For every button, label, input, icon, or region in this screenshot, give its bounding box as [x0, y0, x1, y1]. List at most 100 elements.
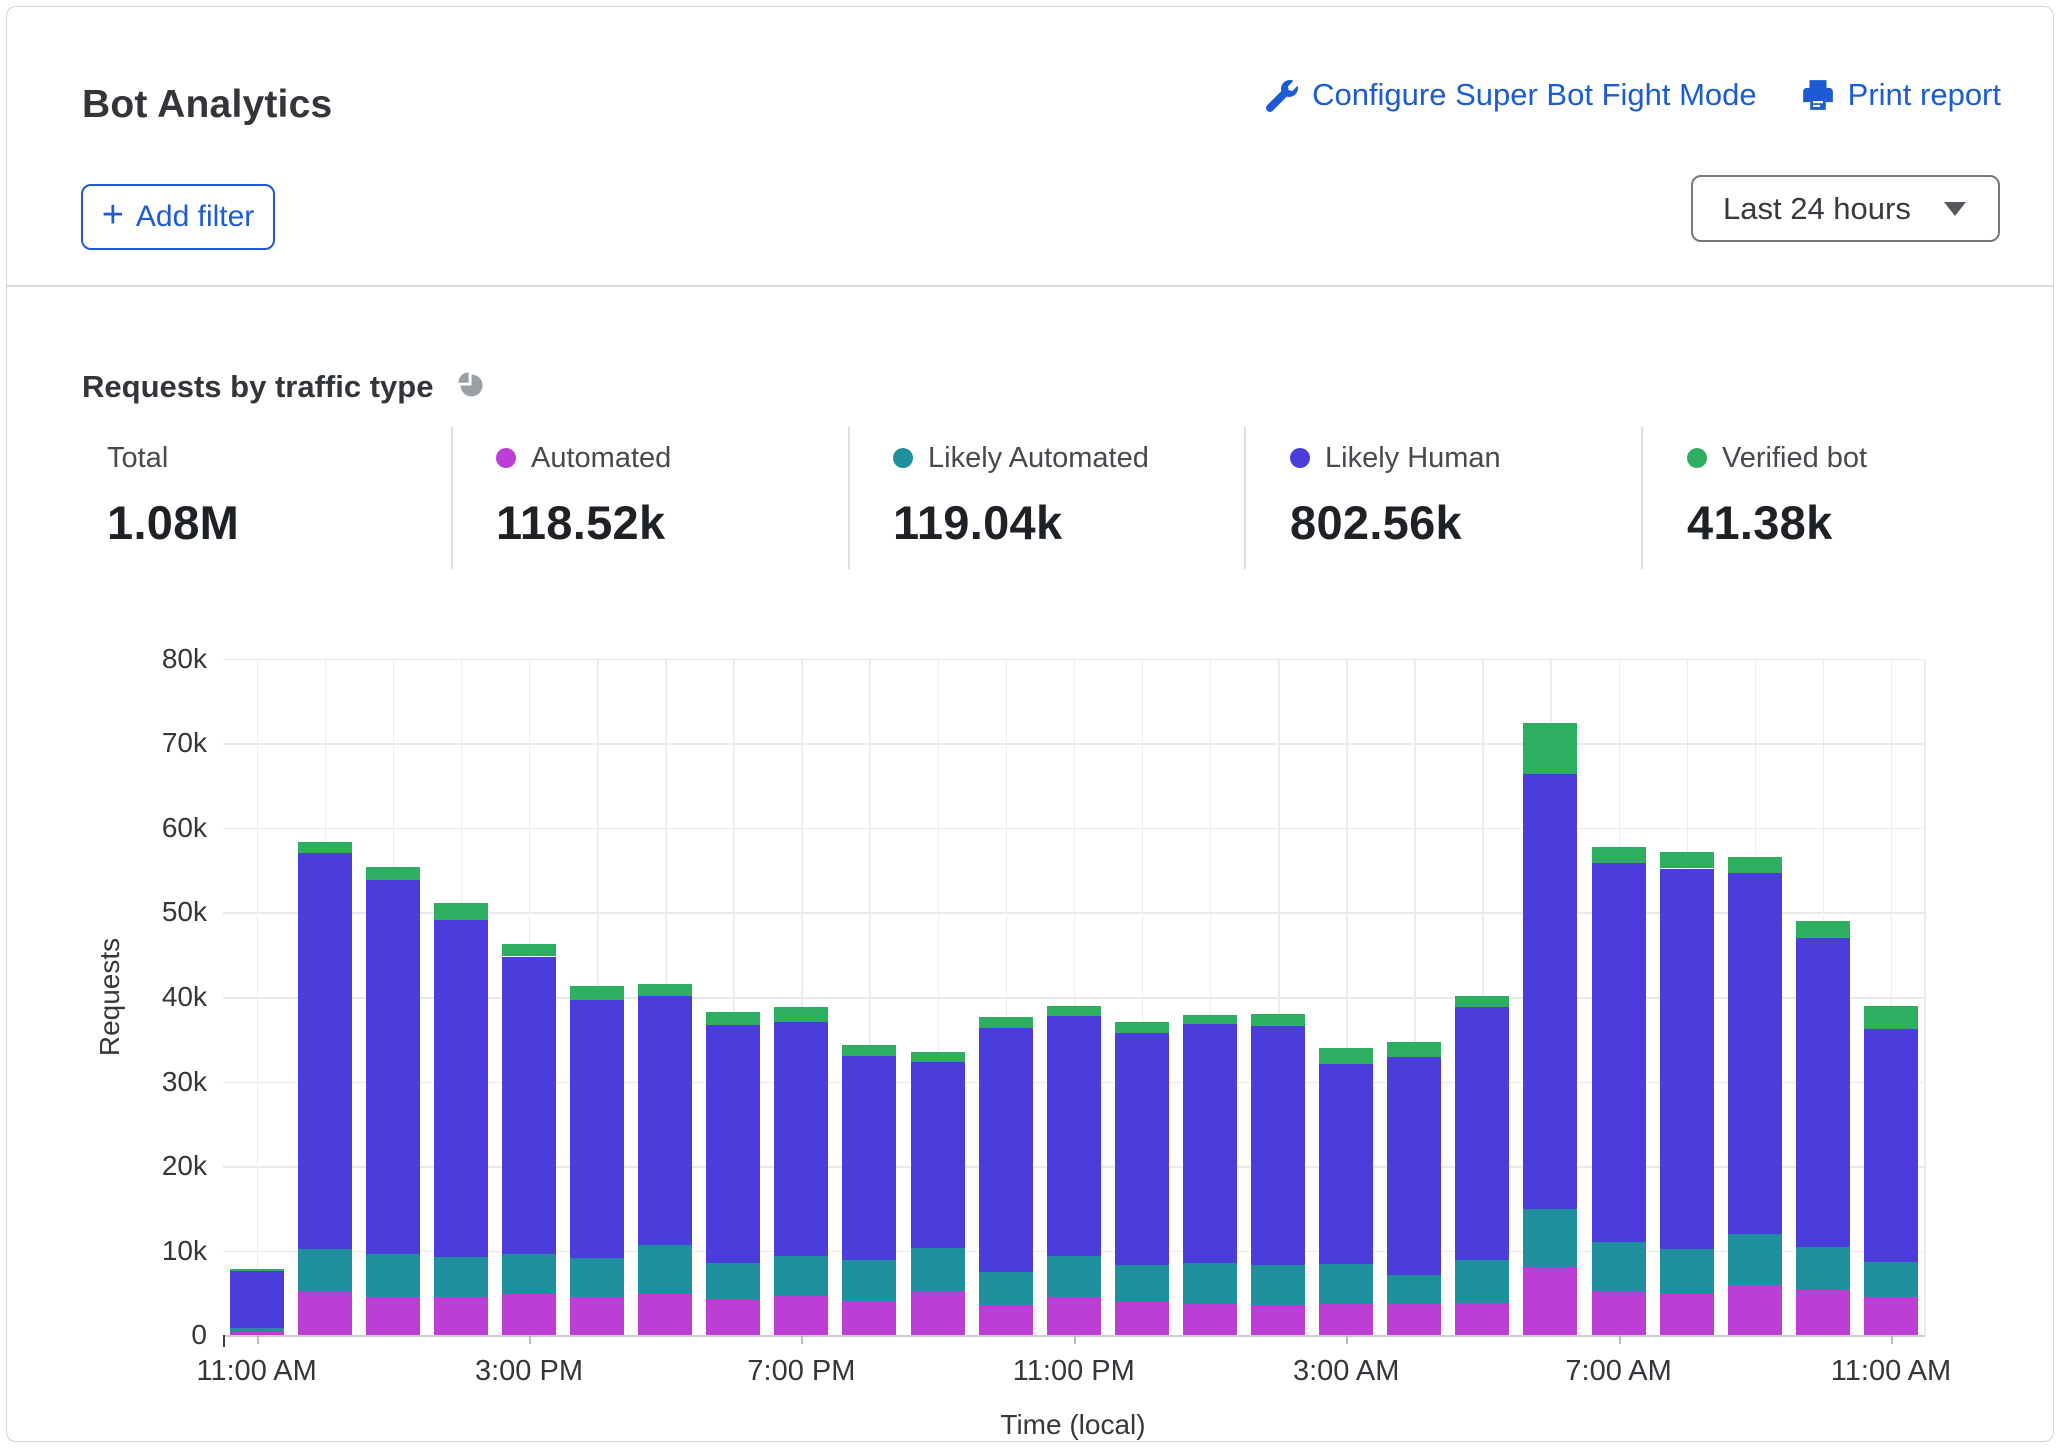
bar-segment-likely-human[interactable]: [434, 920, 488, 1257]
bar-segment-likely-human[interactable]: [502, 957, 556, 1255]
bar-segment-automated[interactable]: [1319, 1304, 1373, 1335]
bar-segment-likely-automated[interactable]: [1455, 1260, 1509, 1303]
bar-segment-verified-bot[interactable]: [1183, 1015, 1237, 1024]
bar-segment-likely-automated[interactable]: [298, 1249, 352, 1291]
bar-segment-likely-human[interactable]: [1660, 869, 1714, 1250]
print-report-link[interactable]: Print report: [1801, 77, 2001, 113]
bar-segment-likely-human[interactable]: [706, 1025, 760, 1263]
bar-segment-automated[interactable]: [1796, 1290, 1850, 1336]
bar-segment-verified-bot[interactable]: [570, 986, 624, 1000]
bar-segment-automated[interactable]: [1523, 1267, 1577, 1336]
bar-segment-likely-human[interactable]: [1047, 1016, 1101, 1256]
bar-segment-verified-bot[interactable]: [1047, 1006, 1101, 1016]
bar-segment-automated[interactable]: [1864, 1297, 1918, 1336]
bar-segment-likely-automated[interactable]: [911, 1248, 965, 1291]
bar-segment-likely-human[interactable]: [979, 1028, 1033, 1273]
bar-segment-verified-bot[interactable]: [774, 1007, 828, 1022]
bar-segment-automated[interactable]: [502, 1294, 556, 1336]
bar-segment-automated[interactable]: [1660, 1294, 1714, 1336]
bar-segment-likely-automated[interactable]: [1864, 1262, 1918, 1297]
bar-segment-automated[interactable]: [298, 1291, 352, 1335]
bar-segment-likely-automated[interactable]: [1319, 1264, 1373, 1305]
bar-segment-likely-automated[interactable]: [1115, 1265, 1169, 1302]
bar-segment-likely-human[interactable]: [911, 1062, 965, 1248]
bar-segment-likely-human[interactable]: [1728, 873, 1782, 1234]
bar-segment-verified-bot[interactable]: [1864, 1006, 1918, 1030]
bar-segment-verified-bot[interactable]: [298, 842, 352, 853]
bar-segment-automated[interactable]: [1387, 1304, 1441, 1335]
bar-segment-likely-automated[interactable]: [1728, 1234, 1782, 1285]
bar-segment-likely-human[interactable]: [1183, 1024, 1237, 1263]
bar-segment-likely-automated[interactable]: [1183, 1263, 1237, 1305]
bar-segment-verified-bot[interactable]: [1387, 1042, 1441, 1057]
bar-segment-likely-automated[interactable]: [979, 1272, 1033, 1305]
bar-segment-likely-automated[interactable]: [1047, 1256, 1101, 1297]
bar-segment-likely-automated[interactable]: [706, 1263, 760, 1300]
configure-super-bot-fight-mode-link[interactable]: Configure Super Bot Fight Mode: [1266, 77, 1757, 113]
bar-segment-verified-bot[interactable]: [366, 867, 420, 881]
bar-segment-automated[interactable]: [706, 1300, 760, 1336]
bar-segment-likely-human[interactable]: [1115, 1033, 1169, 1266]
bar-segment-likely-human[interactable]: [298, 853, 352, 1249]
time-range-select[interactable]: Last 24 hours: [1691, 175, 2000, 242]
bar-segment-likely-human[interactable]: [366, 880, 420, 1254]
bar-segment-likely-human[interactable]: [1387, 1057, 1441, 1274]
bar-segment-likely-automated[interactable]: [366, 1254, 420, 1296]
bar-segment-likely-automated[interactable]: [1796, 1247, 1850, 1290]
bar-segment-verified-bot[interactable]: [1660, 852, 1714, 869]
bar-segment-likely-human[interactable]: [842, 1056, 896, 1260]
bar-segment-likely-automated[interactable]: [502, 1254, 556, 1294]
bar-segment-likely-automated[interactable]: [774, 1256, 828, 1296]
bar-segment-likely-human[interactable]: [1523, 774, 1577, 1209]
bar-segment-verified-bot[interactable]: [1592, 847, 1646, 864]
bar-segment-automated[interactable]: [434, 1297, 488, 1336]
bar-segment-verified-bot[interactable]: [706, 1012, 760, 1025]
bar-segment-automated[interactable]: [638, 1294, 692, 1336]
bar-segment-automated[interactable]: [1592, 1291, 1646, 1336]
bar-segment-verified-bot[interactable]: [1523, 723, 1577, 774]
bar-segment-likely-automated[interactable]: [638, 1245, 692, 1294]
bar-segment-likely-automated[interactable]: [1660, 1249, 1714, 1294]
bar-segment-likely-automated[interactable]: [842, 1260, 896, 1301]
bar-segment-automated[interactable]: [570, 1297, 624, 1336]
bar-segment-verified-bot[interactable]: [502, 944, 556, 957]
bar-segment-automated[interactable]: [1047, 1297, 1101, 1336]
bar-segment-verified-bot[interactable]: [1115, 1022, 1169, 1032]
bar-segment-likely-human[interactable]: [1251, 1026, 1305, 1265]
bar-segment-likely-human[interactable]: [638, 996, 692, 1245]
bar-segment-automated[interactable]: [774, 1296, 828, 1336]
bar-segment-likely-automated[interactable]: [1592, 1242, 1646, 1291]
bar-segment-likely-automated[interactable]: [230, 1328, 284, 1333]
bar-segment-automated[interactable]: [1115, 1302, 1169, 1335]
bar-segment-likely-human[interactable]: [570, 1000, 624, 1258]
bar-segment-automated[interactable]: [1183, 1304, 1237, 1335]
bar-segment-automated[interactable]: [979, 1305, 1033, 1336]
bar-segment-verified-bot[interactable]: [434, 903, 488, 920]
bar-segment-verified-bot[interactable]: [842, 1045, 896, 1056]
bar-segment-verified-bot[interactable]: [638, 984, 692, 997]
bar-segment-verified-bot[interactable]: [911, 1052, 965, 1062]
bar-segment-likely-automated[interactable]: [434, 1257, 488, 1297]
bar-segment-likely-human[interactable]: [1864, 1029, 1918, 1262]
bar-segment-likely-automated[interactable]: [1387, 1275, 1441, 1305]
bar-segment-likely-human[interactable]: [230, 1271, 284, 1328]
bar-segment-verified-bot[interactable]: [1728, 857, 1782, 873]
bar-segment-likely-automated[interactable]: [1523, 1209, 1577, 1267]
bar-segment-verified-bot[interactable]: [1455, 996, 1509, 1008]
bar-segment-verified-bot[interactable]: [1319, 1048, 1373, 1064]
bar-segment-verified-bot[interactable]: [1796, 921, 1850, 938]
bar-segment-verified-bot[interactable]: [230, 1269, 284, 1272]
bar-segment-automated[interactable]: [1251, 1305, 1305, 1336]
bar-segment-verified-bot[interactable]: [1251, 1014, 1305, 1026]
bar-segment-likely-human[interactable]: [1319, 1064, 1373, 1264]
bar-segment-automated[interactable]: [1728, 1285, 1782, 1336]
bar-segment-likely-human[interactable]: [1592, 863, 1646, 1242]
bar-segment-automated[interactable]: [366, 1297, 420, 1336]
bar-segment-likely-automated[interactable]: [570, 1258, 624, 1297]
bar-segment-automated[interactable]: [842, 1301, 896, 1336]
bar-segment-likely-human[interactable]: [1455, 1007, 1509, 1260]
bar-segment-likely-human[interactable]: [774, 1022, 828, 1256]
add-filter-button[interactable]: + Add filter: [81, 184, 275, 250]
bar-segment-automated[interactable]: [911, 1291, 965, 1335]
bar-segment-likely-automated[interactable]: [1251, 1265, 1305, 1305]
